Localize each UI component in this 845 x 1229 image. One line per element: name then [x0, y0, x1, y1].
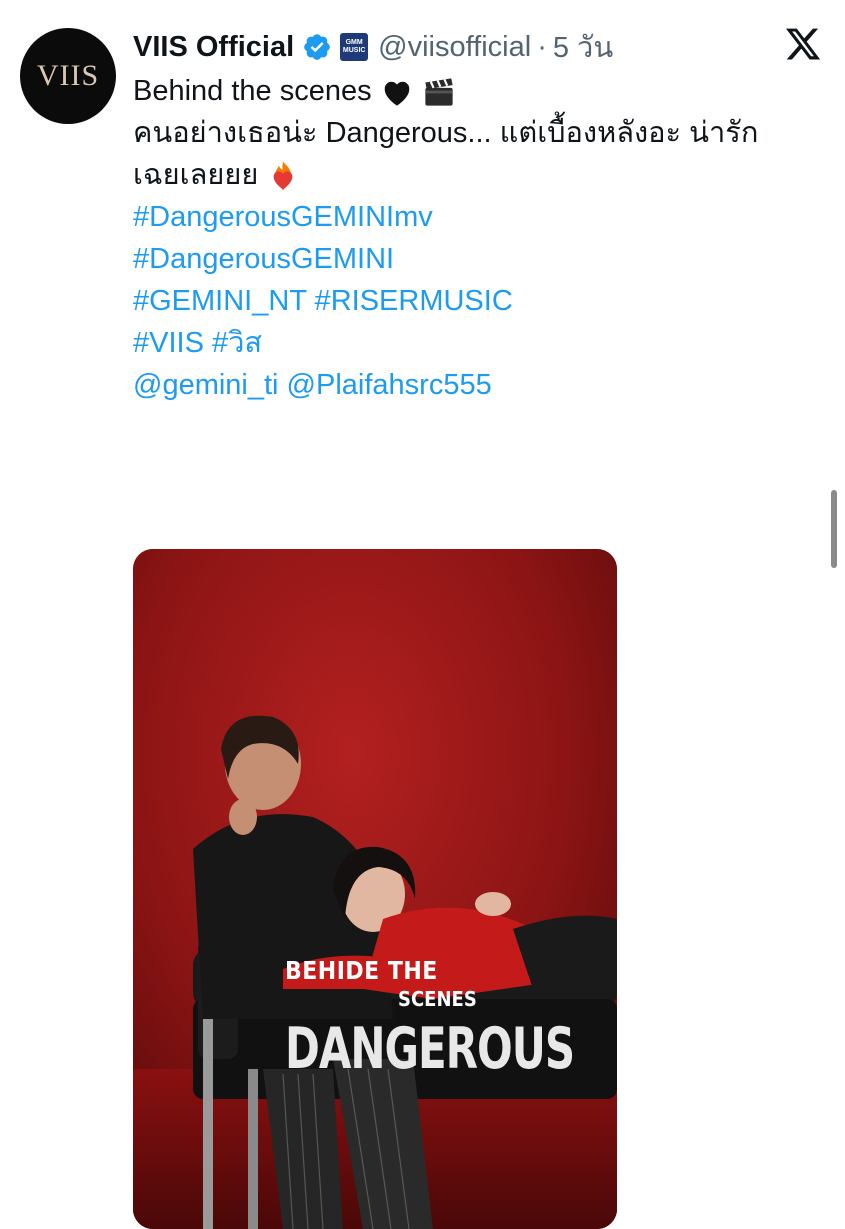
black-heart-icon	[384, 82, 409, 106]
tweet-text: Behind the scenes คนอย่างเธอน่ะ Dangerou…	[133, 70, 823, 406]
verified-badge-icon	[304, 34, 330, 60]
affiliate-badge[interactable]: GMM MUSIC	[340, 33, 369, 61]
separator-dot: ·	[537, 30, 547, 63]
hashtag-link-1[interactable]: #DangerousGEMINImv	[133, 196, 823, 238]
media-photo	[133, 549, 617, 1229]
avatar-text: VIIS	[36, 59, 100, 92]
tweet-media-image[interactable]: BEHIDE THE SCENES DANGEROUS	[133, 549, 617, 1229]
tweet-line-1: Behind the scenes	[133, 70, 823, 112]
media-overlay-title-line2: SCENES	[398, 987, 477, 1012]
tweet-header: VIIS Official GMM MUSIC @viisofficial · …	[133, 24, 613, 70]
media-overlay-title-main: DANGEROUS	[285, 1015, 575, 1082]
avatar[interactable]: VIIS	[20, 28, 116, 124]
clapper-board-icon	[425, 78, 453, 106]
tweet-line-2: คนอย่างเธอน่ะ Dangerous... แต่เบื้องหลัง…	[133, 117, 759, 149]
account-handle[interactable]: @viisofficial	[378, 31, 531, 64]
hashtag-link-3[interactable]: #GEMINI_NT #RISERMUSIC	[133, 280, 823, 322]
media-overlay-title-line1: BEHIDE THE	[285, 957, 438, 986]
scrollbar[interactable]	[831, 490, 837, 568]
heart-on-fire-icon	[274, 161, 293, 192]
mention-links[interactable]: @gemini_ti @Plaifahsrc555	[133, 364, 823, 406]
account-name[interactable]: VIIS Official	[133, 31, 294, 64]
hashtag-link-2[interactable]: #DangerousGEMINI	[133, 238, 823, 280]
hashtag-link-4[interactable]: #VIIS #วิส	[133, 322, 823, 364]
tweet-line-3: เฉยเลยยย	[133, 154, 823, 196]
tweet-time[interactable]: 5 วัน	[553, 24, 613, 70]
x-logo-icon[interactable]	[783, 25, 823, 63]
